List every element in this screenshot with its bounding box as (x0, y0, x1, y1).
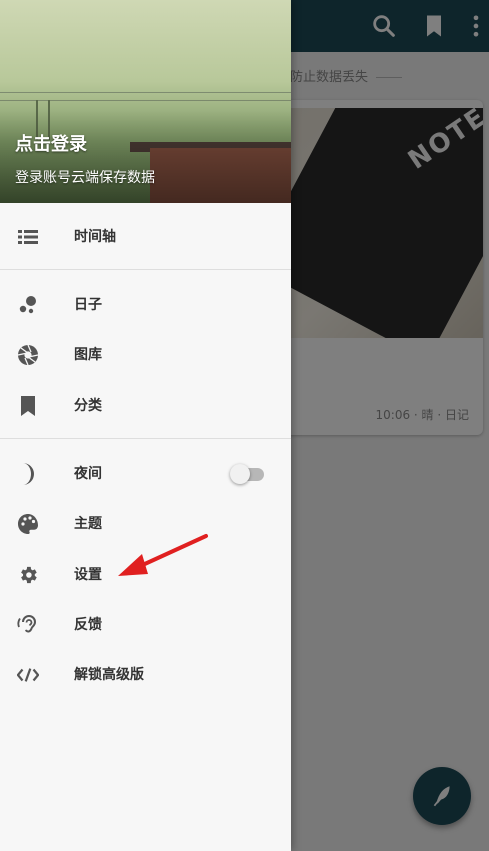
menu-item-night-mode[interactable]: 夜间 (0, 449, 291, 499)
menu-divider (0, 269, 291, 270)
login-subtitle: 登录账号云端保存数据 (15, 170, 155, 186)
header-scenery-wire (0, 92, 291, 93)
menu-label-settings: 设置 (74, 567, 102, 583)
menu-label-unlock-premium: 解锁高级版 (74, 667, 144, 683)
login-title[interactable]: 点击登录 (15, 130, 87, 156)
menu-label-gallery: 图库 (74, 347, 102, 363)
menu-label-theme: 主题 (74, 516, 102, 532)
menu-item-timeline[interactable]: 时间轴 (0, 212, 291, 262)
menu-item-category[interactable]: 分类 (0, 381, 291, 431)
settings-gear-icon (17, 564, 39, 586)
menu-label-night-mode: 夜间 (74, 466, 102, 482)
menu-label-category: 分类 (74, 398, 102, 414)
menu-label-feedback: 反馈 (74, 617, 102, 633)
menu-item-days[interactable]: 日子 (0, 280, 291, 330)
menu-item-unlock-premium[interactable]: 解锁高级版 (0, 650, 291, 700)
menu-label-days: 日子 (74, 297, 102, 313)
annotation-arrow-icon (118, 534, 208, 576)
category-bookmark-icon (17, 395, 39, 417)
menu-divider (0, 438, 291, 439)
gallery-aperture-icon (17, 344, 39, 366)
feedback-ear-icon (17, 614, 39, 636)
night-moon-icon (17, 463, 39, 485)
menu-label-timeline: 时间轴 (74, 229, 116, 245)
timeline-list-icon (17, 226, 39, 248)
unlock-premium-code-icon (17, 664, 39, 686)
toggle-thumb (230, 464, 250, 484)
menu-item-feedback[interactable]: 反馈 (0, 600, 291, 650)
navigation-drawer: 点击登录 登录账号云端保存数据 时间轴 日子 图库 分类 夜间 主题 设置 反馈… (0, 0, 291, 851)
night-mode-toggle[interactable] (230, 464, 264, 484)
menu-item-gallery[interactable]: 图库 (0, 330, 291, 380)
days-dots-icon (17, 294, 39, 316)
theme-palette-icon (17, 513, 39, 535)
header-shade (0, 110, 291, 203)
drawer-header[interactable]: 点击登录 登录账号云端保存数据 (0, 0, 291, 203)
